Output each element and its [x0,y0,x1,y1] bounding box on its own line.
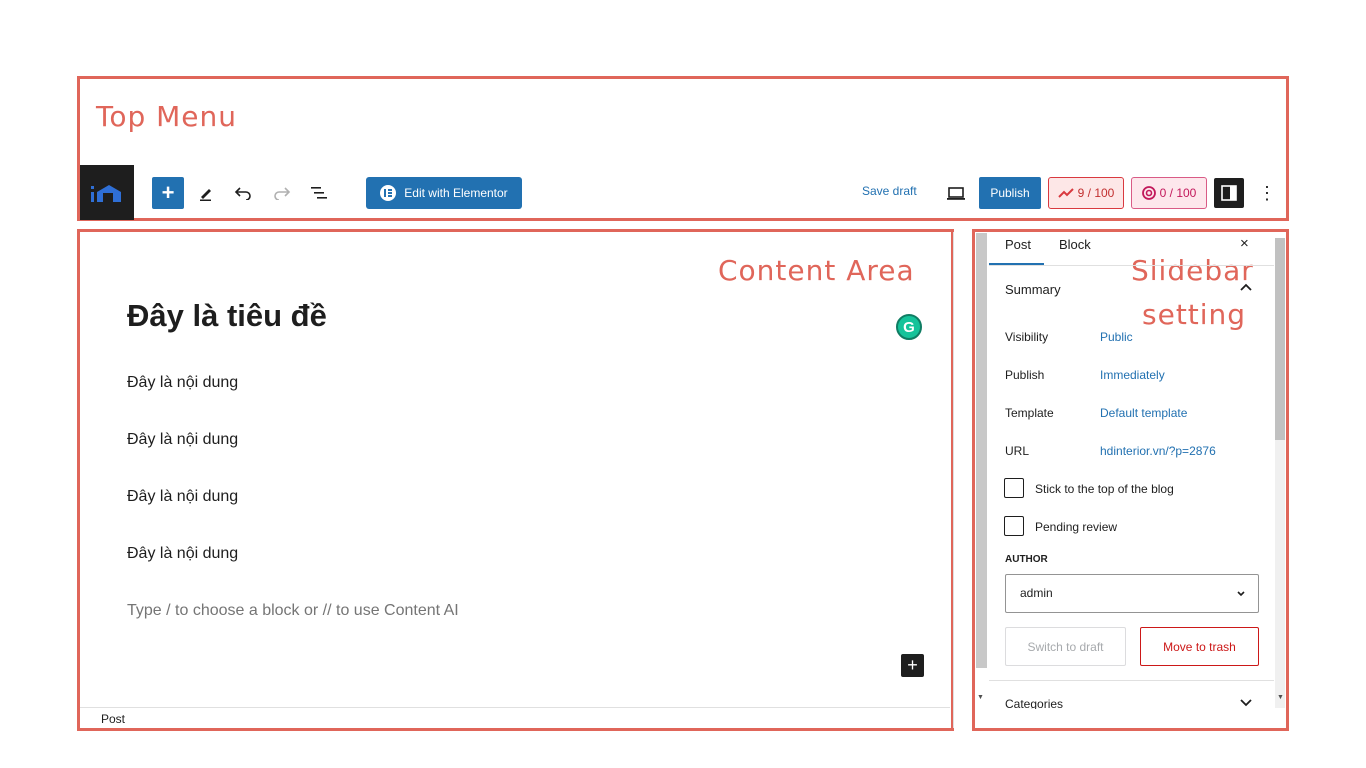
site-logo-icon [91,184,121,202]
settings-icon [1221,185,1237,201]
sidebar-scrollbar-thumb[interactable] [1275,238,1285,440]
chevron-down-icon[interactable] [1240,695,1252,710]
seo-score-icon [1057,188,1074,198]
footer-divider [80,707,950,708]
panel-divider [989,680,1274,681]
author-select[interactable]: admin [1005,574,1259,613]
move-to-trash-button[interactable]: Move to trash [1140,627,1259,666]
list-view-button[interactable] [305,179,333,207]
visibility-value[interactable]: Public [1100,330,1133,344]
pending-review-checkbox[interactable] [1004,516,1024,536]
site-logo[interactable] [80,165,134,220]
add-block-button[interactable]: + [152,177,184,209]
publish-label: Publish [1005,368,1045,382]
sidebar-annotation-label-1: Slidebar [1131,254,1254,287]
paragraph-block[interactable]: Đây là nội dung [127,488,238,506]
redo-button[interactable] [268,179,296,207]
tab-divider [989,265,1274,266]
elementor-icon [380,185,397,201]
scroll-down-arrow-icon[interactable]: ▼ [977,694,984,701]
editor-scrollbar[interactable] [976,233,987,668]
pending-review-label[interactable]: Pending review [1035,520,1117,534]
paragraph-block[interactable]: Đây là nội dung [127,374,238,392]
seo-score-button[interactable]: 9 / 100 [1048,177,1124,209]
tools-button[interactable] [192,179,220,207]
settings-button[interactable] [1214,178,1244,208]
template-label: Template [1005,406,1054,420]
categories-panel-title[interactable]: Categories [1005,697,1063,709]
author-heading: AUTHOR [1005,554,1048,565]
grammarly-icon[interactable]: G [896,314,922,340]
footer-breadcrumb[interactable]: Post [101,712,125,726]
pen-icon [200,189,211,201]
edit-with-elementor-label: Edit with Elementor [404,186,508,200]
url-value[interactable]: hdinterior.vn/?p=2876 [1100,444,1216,458]
list-view-icon [311,187,327,199]
sidebar-annotation-label-2: setting [1142,298,1247,331]
stick-to-top-label[interactable]: Stick to the top of the blog [1035,482,1174,496]
visibility-label: Visibility [1005,330,1049,344]
undo-button[interactable] [229,179,257,207]
top-menu-annotation-label: Top Menu [96,100,238,133]
content-sidebar-divider [953,232,954,728]
tab-block[interactable]: Block [1059,237,1091,252]
scroll-down-arrow-icon[interactable]: ▼ [1277,694,1284,701]
tab-post[interactable]: Post [1005,237,1031,252]
preview-button[interactable] [942,180,970,208]
plus-icon: + [907,655,918,675]
post-title[interactable]: Đây là tiêu đề [127,298,327,334]
paragraph-block[interactable]: Đây là nội dung [127,545,238,563]
content-area-annotation-label: Content Area [718,254,915,287]
author-value: admin [1020,586,1053,600]
undo-icon [234,187,251,200]
more-options-button[interactable]: ⋮ [1256,178,1278,208]
close-icon[interactable]: × [1240,235,1249,252]
content-score-button[interactable]: 0 / 100 [1131,177,1207,209]
publish-value[interactable]: Immediately [1100,368,1165,382]
preview-icon [947,187,965,200]
publish-button[interactable]: Publish [979,177,1041,209]
block-inserter-button[interactable]: + [901,654,924,677]
template-value[interactable]: Default template [1100,406,1187,420]
block-placeholder[interactable]: Type / to choose a block or // to use Co… [127,602,459,620]
switch-to-draft-button[interactable]: Switch to draft [1005,627,1126,666]
plus-icon: + [161,180,175,205]
active-tab-indicator [989,263,1044,265]
redo-icon [274,187,291,200]
summary-panel-title[interactable]: Summary [1005,282,1061,297]
chevron-down-icon [1236,583,1246,606]
save-draft-button[interactable]: Save draft [862,184,917,198]
chevron-up-icon[interactable] [1240,279,1252,294]
more-icon: ⋮ [1258,182,1276,203]
stick-to-top-checkbox[interactable] [1004,478,1024,498]
seo-score-value: 9 / 100 [1077,186,1115,200]
content-score-value: 0 / 100 [1159,186,1197,200]
url-label: URL [1005,444,1030,458]
edit-with-elementor-button[interactable]: Edit with Elementor [366,177,522,209]
paragraph-block[interactable]: Đây là nội dung [127,431,238,449]
content-score-icon [1141,186,1156,200]
